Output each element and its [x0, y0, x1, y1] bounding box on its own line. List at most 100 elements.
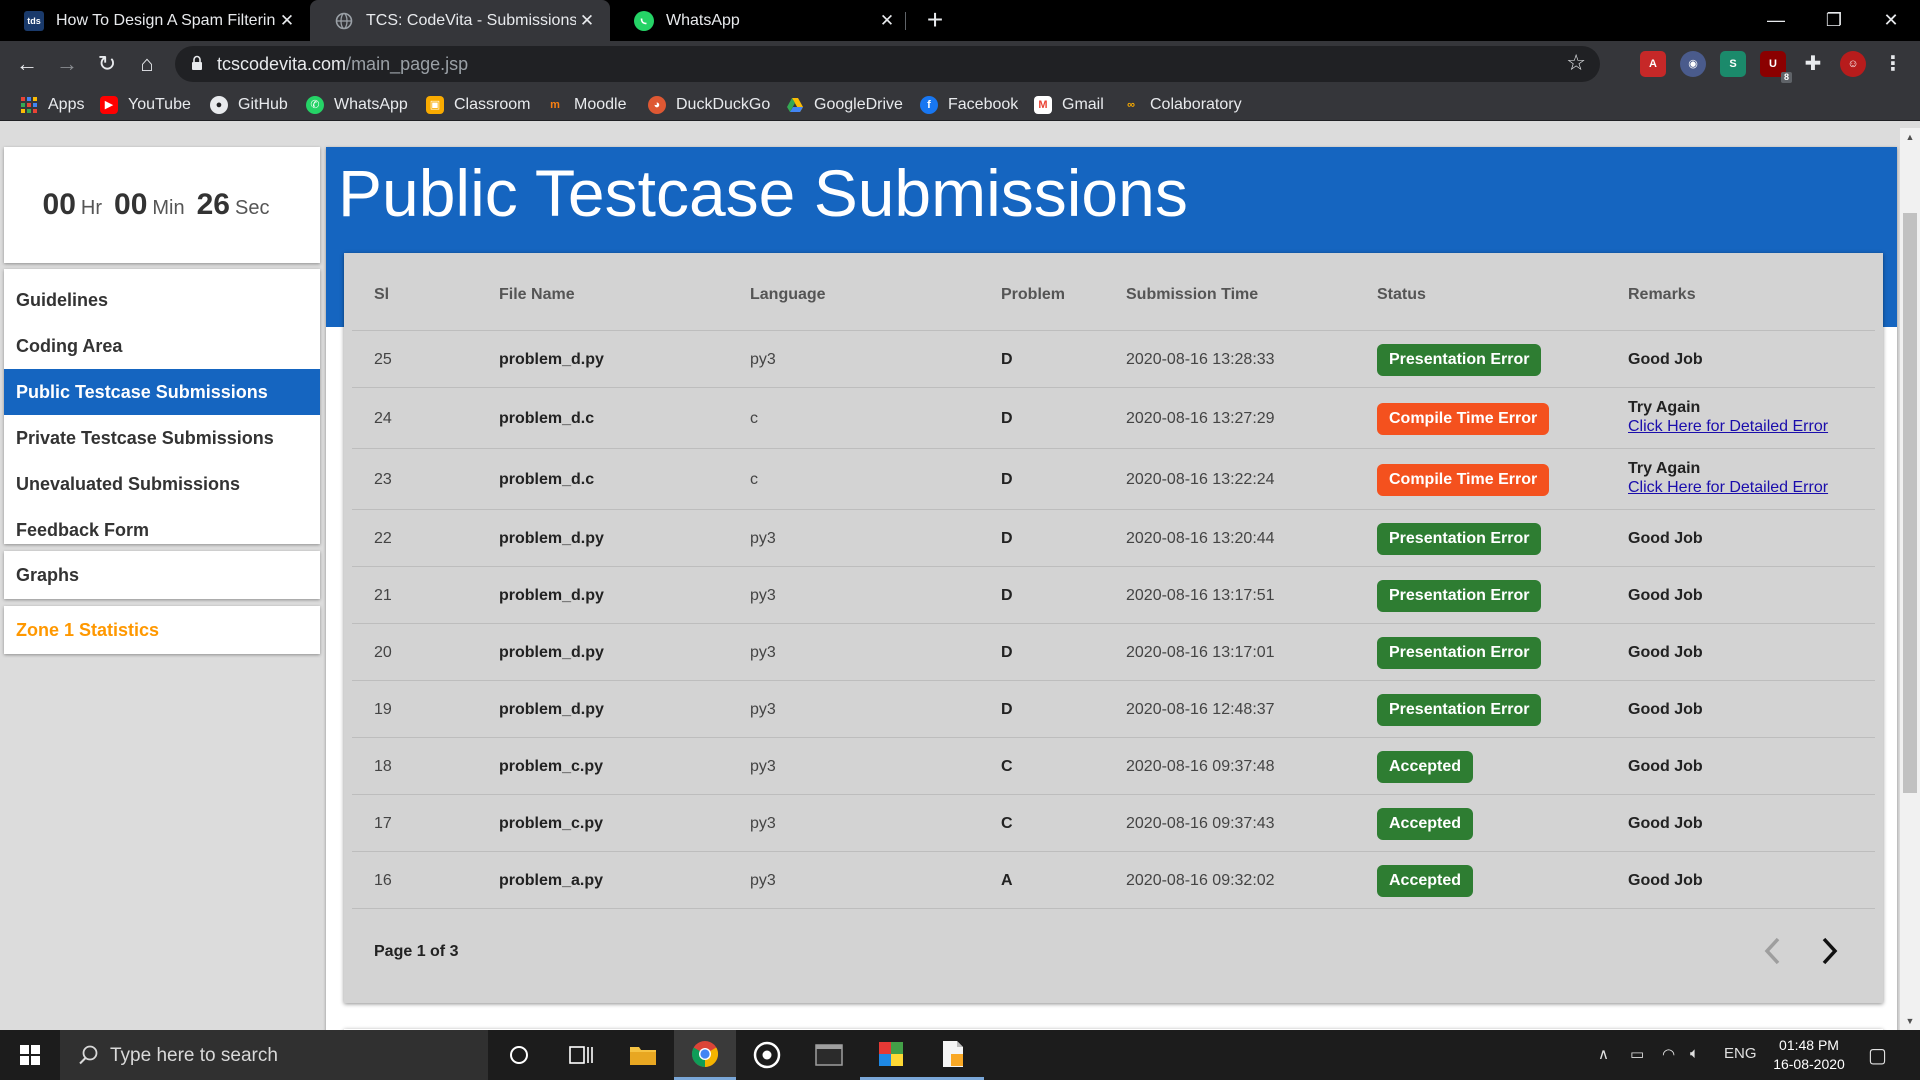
file-explorer-icon[interactable]	[612, 1030, 674, 1080]
sidebar-menu: Guidelines Coding Area Public Testcase S…	[4, 269, 320, 544]
cell-language: py3	[750, 643, 776, 661]
bookmark-label: Gmail	[1062, 96, 1104, 113]
close-icon[interactable]: ✕	[276, 11, 298, 31]
sidebar-item-graphs[interactable]: Graphs	[4, 551, 320, 599]
tab-spam-filtering[interactable]: tds How To Design A Spam Filtering ✕	[0, 0, 310, 41]
previous-page-button[interactable]	[1752, 929, 1792, 973]
taskbar-search[interactable]: Type here to search	[60, 1030, 488, 1080]
page-scrollbar[interactable]: ▲ ▼	[1900, 128, 1920, 1030]
detailed-error-link[interactable]: Click Here for Detailed Error	[1628, 418, 1828, 436]
bookmark-github[interactable]: ● GitHub	[210, 94, 288, 116]
tab-codevita-submissions[interactable]: TCS: CodeVita - Submissions ✕	[310, 0, 610, 41]
scroll-up-icon[interactable]: ▲	[1900, 132, 1920, 142]
extension-icon[interactable]: ◉	[1680, 51, 1706, 77]
status-badge: Presentation Error	[1377, 579, 1542, 612]
cell-problem: D	[1001, 643, 1013, 661]
gmail-icon: M	[1034, 96, 1052, 114]
sidebar-item-unevaluated-submissions[interactable]: Unevaluated Submissions	[4, 461, 320, 507]
close-icon[interactable]: ✕	[876, 11, 898, 31]
bookmark-gmail[interactable]: M Gmail	[1034, 94, 1104, 116]
bookmark-label: WhatsApp	[334, 96, 408, 113]
address-bar[interactable]: tcscodevita.com/main_page.jsp ☆	[175, 46, 1600, 82]
cortana-icon[interactable]	[488, 1030, 550, 1080]
forward-arrow-icon[interactable]: →	[50, 47, 84, 81]
tab-title: WhatsApp	[666, 11, 740, 29]
cell-file-name: problem_d.py	[499, 350, 604, 368]
obs-icon[interactable]	[736, 1030, 798, 1080]
back-arrow-icon[interactable]: ←	[10, 47, 44, 81]
bookmark-moodle[interactable]: m Moodle	[546, 94, 626, 116]
window-close-button[interactable]: ✕	[1862, 0, 1920, 41]
cell-submission-time: 2020-08-16 09:37:43	[1126, 814, 1275, 832]
pagination-label: Page 1 of 3	[374, 943, 459, 960]
github-icon: ●	[210, 96, 228, 114]
sidebar-item-public-testcase-submissions[interactable]: Public Testcase Submissions	[4, 369, 320, 415]
sidebar-item-guidelines[interactable]: Guidelines	[4, 277, 320, 323]
terminal-icon[interactable]	[798, 1030, 860, 1080]
menu-kebab-icon[interactable]: ⋮	[1880, 51, 1906, 77]
bookmark-duckduckgo[interactable]: ◕ DuckDuckGo	[648, 94, 770, 116]
bookmark-apps[interactable]: Apps	[20, 94, 84, 116]
reload-icon[interactable]: ↻	[90, 47, 124, 81]
facebook-icon: f	[920, 96, 938, 114]
profile-avatar[interactable]: ☺	[1840, 51, 1866, 77]
windows-start-button[interactable]	[0, 1030, 60, 1080]
task-view-icon[interactable]	[550, 1030, 612, 1080]
chrome-icon[interactable]	[674, 1030, 736, 1080]
tds-icon: tds	[24, 10, 44, 31]
search-placeholder: Type here to search	[110, 1045, 278, 1066]
show-hidden-icons[interactable]: ∧	[1598, 1045, 1609, 1063]
table-row: 17 problem_c.py py3 C 2020-08-16 09:37:43 Acc…	[352, 795, 1875, 852]
minimize-button[interactable]: —	[1747, 0, 1805, 41]
bookmark-youtube[interactable]: ▶ YouTube	[100, 94, 191, 116]
new-tab-button[interactable]: +	[920, 0, 950, 41]
bookmark-label: GitHub	[238, 96, 288, 113]
extension-badge: 8	[1780, 72, 1792, 83]
ublock-extension-icon[interactable]: U 8	[1760, 51, 1792, 83]
puzzle-extensions-icon[interactable]: ✚	[1800, 51, 1826, 77]
table-row: 16 problem_a.py py3 A 2020-08-16 09:32:02 Acc…	[352, 852, 1875, 909]
sidebar-item-private-testcase-submissions[interactable]: Private Testcase Submissions	[4, 415, 320, 461]
close-icon[interactable]: ✕	[576, 11, 598, 31]
timer-hours: 00	[42, 188, 76, 221]
sidebar-item-feedback-form[interactable]: Feedback Form	[4, 507, 320, 553]
cell-problem: D	[1001, 529, 1013, 547]
scrollbar-thumb[interactable]	[1903, 213, 1917, 793]
bookmark-colaboratory[interactable]: ∞ Colaboratory	[1122, 94, 1242, 116]
notification-icon[interactable]: ▢	[1868, 1043, 1887, 1068]
remark-text: Good Job	[1628, 586, 1703, 604]
timer-minutes: 00	[114, 188, 148, 221]
volume-icon[interactable]: 🔈︎	[1690, 1045, 1699, 1062]
pdf-extension-icon[interactable]: A	[1640, 51, 1666, 77]
tab-whatsapp[interactable]: WhatsApp ✕	[610, 0, 910, 41]
bookmark-whatsapp[interactable]: ✆ WhatsApp	[306, 94, 408, 116]
cell-submission-time: 2020-08-16 13:27:29	[1126, 409, 1275, 427]
next-page-button[interactable]	[1810, 929, 1850, 973]
browser-toolbar: ← → ↻ ⌂ tcscodevita.com/main_page.jsp ☆ …	[0, 41, 1920, 87]
remark-text: Good Job	[1628, 814, 1703, 832]
battery-icon[interactable]: ▭	[1630, 1045, 1644, 1063]
s-extension-icon[interactable]: S	[1720, 51, 1746, 77]
scroll-down-icon[interactable]: ▼	[1900, 1016, 1920, 1026]
home-icon[interactable]: ⌂	[130, 47, 164, 81]
bookmark-googledrive[interactable]: GoogleDrive	[786, 94, 903, 116]
bookmark-facebook[interactable]: f Facebook	[920, 94, 1018, 116]
cell-file-name: problem_d.py	[499, 700, 604, 718]
restore-button[interactable]: ❐	[1805, 0, 1863, 41]
classroom-icon: ▣	[426, 96, 444, 114]
bookmark-classroom[interactable]: ▣ Classroom	[426, 94, 530, 116]
input-language[interactable]: ENG	[1724, 1045, 1757, 1062]
winrar-icon[interactable]	[860, 1030, 922, 1080]
bookmark-star-icon[interactable]: ☆	[1566, 50, 1586, 76]
sidebar-item-coding-area[interactable]: Coding Area	[4, 323, 320, 369]
cell-language: c	[750, 409, 758, 427]
document-app-icon[interactable]	[922, 1030, 984, 1080]
remark-text: Good Job	[1628, 643, 1703, 661]
sidebar-item-zone-statistics[interactable]: Zone 1 Statistics	[4, 606, 320, 654]
bookmark-label: Classroom	[454, 96, 531, 113]
whatsapp-icon	[634, 10, 654, 31]
duckduckgo-icon: ◕	[648, 96, 666, 114]
wifi-icon[interactable]: ◠	[1662, 1045, 1675, 1063]
taskbar-clock[interactable]: 01:48 PM 16-08-2020	[1760, 1036, 1858, 1074]
detailed-error-link[interactable]: Click Here for Detailed Error	[1628, 479, 1828, 497]
